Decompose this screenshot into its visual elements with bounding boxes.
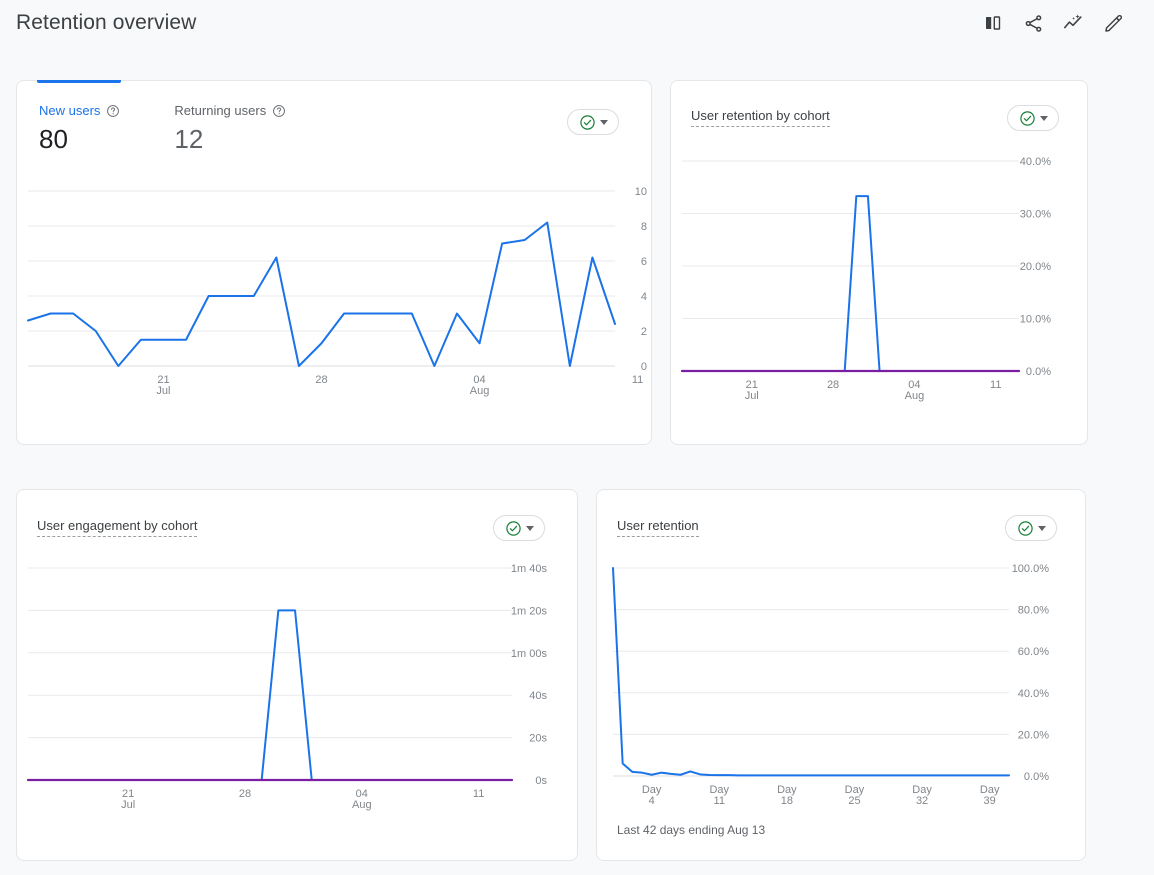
- svg-text:80.0%: 80.0%: [1018, 605, 1049, 617]
- svg-text:0: 0: [641, 361, 647, 373]
- svg-text:11: 11: [632, 374, 643, 386]
- svg-text:0.0%: 0.0%: [1026, 366, 1051, 378]
- svg-text:30.0%: 30.0%: [1020, 209, 1051, 221]
- card-row-1: New users 80 Returning users 12 0 2 4 6 …: [16, 80, 1138, 445]
- svg-text:0s: 0s: [535, 775, 547, 787]
- chart-new-users[interactable]: 0 2 4 6 8 10 21 Jul 28 04 Aug 11: [17, 181, 653, 411]
- page-title: Retention overview: [16, 11, 197, 34]
- card-title-user-retention-by-cohort[interactable]: User retention by cohort: [691, 108, 830, 127]
- chevron-down-icon: [525, 525, 534, 531]
- svg-text:10.0%: 10.0%: [1020, 314, 1051, 326]
- check-circle-icon: [579, 114, 596, 131]
- svg-text:11: 11: [473, 788, 484, 800]
- svg-text:Aug: Aug: [470, 385, 490, 397]
- card-filter-chip[interactable]: [493, 515, 545, 541]
- card-filter-chip[interactable]: [1007, 105, 1059, 131]
- chevron-down-icon: [1037, 525, 1046, 531]
- card-footnote: Last 42 days ending Aug 13: [617, 823, 766, 837]
- svg-text:11: 11: [990, 379, 1001, 391]
- svg-text:Jul: Jul: [121, 799, 135, 811]
- tab-new-users[interactable]: New users 80: [39, 103, 120, 156]
- svg-text:40s: 40s: [529, 690, 547, 702]
- svg-text:1m 20s: 1m 20s: [511, 605, 548, 617]
- svg-text:1m 40s: 1m 40s: [511, 563, 548, 575]
- edit-icon[interactable]: [1100, 10, 1126, 36]
- metric-tab-list: New users 80 Returning users 12: [17, 81, 651, 156]
- svg-text:40.0%: 40.0%: [1020, 156, 1051, 168]
- svg-text:60.0%: 60.0%: [1018, 646, 1049, 658]
- svg-text:4: 4: [649, 795, 655, 806]
- chart-user-engagement-by-cohort[interactable]: 0s 20s 40s 1m 00s 1m 20s 1m 40s 21 Jul 28 04 Aug 11: [17, 556, 579, 821]
- card-title-user-retention[interactable]: User retention: [617, 518, 699, 537]
- svg-text:2: 2: [641, 326, 647, 338]
- chevron-down-icon: [599, 119, 608, 125]
- svg-text:28: 28: [239, 788, 251, 800]
- tab-returning-users-header: Returning users: [174, 103, 286, 119]
- chart-user-retention-by-cohort[interactable]: 0.0% 10.0% 20.0% 30.0% 40.0% 21 Jul 28 04 Aug 11: [671, 149, 1089, 409]
- check-circle-icon: [1019, 110, 1036, 127]
- svg-text:28: 28: [315, 374, 327, 386]
- svg-text:28: 28: [827, 379, 839, 391]
- svg-text:20.0%: 20.0%: [1020, 261, 1051, 273]
- svg-text:6: 6: [641, 256, 647, 268]
- tab-new-users-header: New users: [39, 103, 120, 119]
- chart-user-retention[interactable]: 0.0% 20.0% 40.0% 60.0% 80.0% 100.0% Day 4 Day 11 D…: [597, 556, 1087, 806]
- card-title-user-engagement-by-cohort[interactable]: User engagement by cohort: [37, 518, 198, 537]
- svg-text:39: 39: [984, 795, 996, 806]
- page-header: Retention overview: [0, 0, 1154, 46]
- card-user-retention: User retention 0.0% 20.0% 40.0% 60.0% 80.0% 1…: [596, 489, 1086, 861]
- tab-returning-users[interactable]: Returning users 12: [174, 103, 286, 156]
- svg-text:0.0%: 0.0%: [1024, 771, 1049, 783]
- svg-text:1m 00s: 1m 00s: [511, 648, 548, 660]
- svg-text:32: 32: [916, 795, 928, 806]
- share-icon[interactable]: [1020, 10, 1046, 36]
- svg-text:20.0%: 20.0%: [1018, 729, 1049, 741]
- card-filter-chip[interactable]: [567, 109, 619, 135]
- tab-new-users-label: New users: [39, 103, 101, 118]
- tab-returning-users-value: 12: [174, 124, 204, 154]
- chevron-down-icon: [1039, 115, 1048, 121]
- insights-icon[interactable]: [1060, 10, 1086, 36]
- help-icon[interactable]: [272, 104, 286, 118]
- compare-icon[interactable]: [980, 10, 1006, 36]
- help-icon[interactable]: [106, 104, 120, 118]
- svg-text:25: 25: [848, 795, 860, 806]
- svg-text:Aug: Aug: [352, 799, 372, 811]
- check-circle-icon: [1017, 520, 1034, 537]
- svg-text:10: 10: [635, 186, 647, 198]
- svg-text:40.0%: 40.0%: [1018, 688, 1049, 700]
- check-circle-icon: [505, 520, 522, 537]
- card-filter-chip[interactable]: [1005, 515, 1057, 541]
- tab-returning-users-label: Returning users: [174, 103, 267, 118]
- header-actions: [980, 10, 1138, 36]
- svg-text:20s: 20s: [529, 733, 547, 745]
- svg-text:100.0%: 100.0%: [1012, 563, 1050, 575]
- svg-text:Jul: Jul: [745, 390, 759, 402]
- svg-text:Aug: Aug: [905, 390, 925, 402]
- svg-text:11: 11: [714, 795, 725, 806]
- active-tab-indicator: [37, 80, 121, 83]
- card-row-2: User engagement by cohort 0s 20s 40s 1m 00s…: [16, 489, 1138, 861]
- card-user-engagement-by-cohort: User engagement by cohort 0s 20s 40s 1m 00s…: [16, 489, 578, 861]
- card-user-retention-by-cohort: User retention by cohort 0.0% 10.0% 20.0% 3…: [670, 80, 1088, 445]
- svg-text:18: 18: [781, 795, 793, 806]
- card-new-returning-users: New users 80 Returning users 12 0 2 4 6 …: [16, 80, 652, 445]
- tab-new-users-value: 80: [39, 124, 68, 154]
- dashboard-board: New users 80 Returning users 12 0 2 4 6 …: [0, 80, 1154, 861]
- svg-text:Jul: Jul: [156, 385, 170, 397]
- svg-text:8: 8: [641, 221, 647, 233]
- svg-text:4: 4: [641, 291, 647, 303]
